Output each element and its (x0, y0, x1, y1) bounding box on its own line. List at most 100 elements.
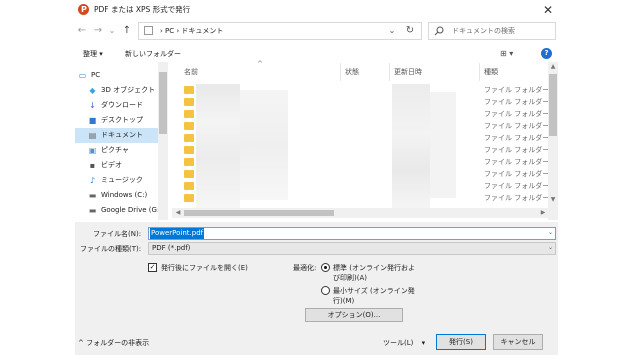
file-type-cell: ファイル フォルダー (484, 134, 550, 142)
desktop-icon: ■ (88, 116, 97, 125)
drive-icon: ▬ (88, 206, 97, 215)
nav-item-label: ドキュメント (101, 131, 143, 139)
filename-label: ファイル名(N): (93, 230, 142, 238)
column-header-status[interactable]: 状態 (345, 66, 359, 78)
filename-field[interactable] (148, 227, 556, 240)
nav-item-label: ダウンロード (101, 101, 143, 109)
scroll-right-arrow-icon[interactable]: ▶ (538, 209, 548, 217)
hide-folders-label: フォルダーの非表示 (86, 339, 150, 347)
help-icon[interactable]: ? (541, 48, 552, 59)
search-placeholder: ドキュメントの検索 (452, 27, 515, 35)
back-arrow-icon[interactable]: ← (76, 24, 88, 38)
filetype-dropdown-chevron-icon[interactable]: ⌄ (548, 244, 553, 251)
tools-label: ツール(L) (383, 339, 414, 347)
folder-icon[interactable] (184, 86, 194, 94)
cube-icon: ◆ (89, 86, 96, 95)
folder-icon[interactable] (184, 194, 194, 202)
filetype-label: ファイルの種類(T): (80, 245, 142, 253)
nav-item-desktop[interactable]: ■ デスクトップ (88, 113, 158, 128)
column-header-name[interactable]: 名前 (184, 66, 198, 78)
file-type-cell: ファイル フォルダー (484, 158, 550, 166)
document-icon: ▤ (88, 131, 97, 140)
scroll-up-arrow-icon[interactable]: ▲ (548, 63, 558, 71)
nav-item-videos[interactable]: ▪ ビデオ (88, 158, 158, 173)
folder-icon[interactable] (184, 146, 194, 154)
nav-item-music[interactable]: ♪ ミュージック (88, 173, 158, 188)
address-dropdown-chevron-icon[interactable]: ⌄ (386, 24, 398, 38)
nav-item-downloads[interactable]: ↓ ダウンロード (88, 98, 158, 113)
publish-button[interactable]: 発行(S) (436, 334, 486, 350)
nav-item-windows-drive[interactable]: ▬ Windows (C:) (88, 188, 158, 203)
breadcrumb[interactable]: › PC › ドキュメント (160, 25, 223, 37)
optimize-minimum-radio[interactable] (321, 286, 330, 295)
new-folder-button[interactable]: 新しいフォルダー (125, 48, 181, 60)
column-separator[interactable] (340, 63, 341, 81)
blurred-filenames (240, 90, 288, 200)
column-header-type[interactable]: 種類 (484, 66, 498, 78)
nav-item-pictures[interactable]: ▣ ピクチャ (88, 143, 158, 158)
nav-item-label: ピクチャ (101, 146, 129, 154)
nav-item-label: ビデオ (101, 161, 122, 169)
optimize-standard-label-line2[interactable]: び印刷)(A) (333, 272, 367, 284)
scroll-left-arrow-icon[interactable]: ◀ (173, 209, 183, 217)
tools-dropdown-caret-icon: ▾ (421, 339, 426, 347)
options-button[interactable]: オプション(O)... (305, 308, 403, 322)
drive-icon: ▬ (88, 191, 97, 200)
refresh-icon[interactable]: ↻ (404, 24, 416, 38)
hide-folders-toggle[interactable]: ^ フォルダーの非表示 (78, 338, 149, 348)
search-icon (434, 26, 444, 36)
cancel-button[interactable]: キャンセル (493, 334, 543, 350)
pictures-icon: ▣ (88, 146, 97, 155)
column-header-modified[interactable]: 更新日時 (394, 66, 422, 78)
computer-icon: ▭ (78, 71, 87, 80)
folder-icon[interactable] (184, 98, 194, 106)
chevron-up-icon: ^ (78, 339, 84, 347)
close-button[interactable]: ✕ (540, 2, 556, 18)
folder-icon[interactable] (184, 110, 194, 118)
folder-icon[interactable] (184, 158, 194, 166)
file-type-cell: ファイル フォルダー (484, 182, 550, 190)
nav-item-documents[interactable]: ▤ ドキュメント (75, 128, 158, 143)
powerpoint-app-icon (78, 4, 89, 15)
column-separator[interactable] (479, 63, 480, 81)
file-list-vertical-scrollbar-thumb[interactable] (549, 74, 557, 136)
music-icon: ♪ (89, 176, 96, 185)
blurred-filenames (196, 84, 240, 208)
organize-menu-button[interactable]: 整理 ▾ (83, 48, 103, 60)
file-type-cell: ファイル フォルダー (484, 98, 550, 106)
file-list-horizontal-scrollbar-thumb[interactable] (184, 210, 334, 216)
optimize-minimum-label-line2[interactable]: 行)(M) (333, 295, 354, 307)
video-icon: ▪ (89, 161, 96, 170)
folder-icon[interactable] (184, 182, 194, 190)
file-type-cell: ファイル フォルダー (484, 110, 550, 118)
file-type-cell: ファイル フォルダー (484, 122, 550, 130)
nav-item-google-drive[interactable]: ▬ Google Drive (G: (88, 203, 158, 218)
up-arrow-icon[interactable]: ↑ (121, 24, 133, 38)
nav-item-label: PC (91, 71, 101, 79)
tools-menu-button[interactable]: ツール(L) ▾ (383, 338, 425, 348)
filename-value[interactable]: PowerPoint.pdf (150, 228, 205, 239)
nav-item-label: 3D オブジェクト (101, 86, 156, 94)
forward-arrow-icon[interactable]: → (92, 24, 104, 38)
nav-item-3d-objects[interactable]: ◆ 3D オブジェクト (88, 83, 158, 98)
view-options-icon[interactable]: ⊞ ▾ (500, 48, 513, 60)
filename-dropdown-chevron-icon[interactable]: ⌄ (548, 229, 553, 236)
folder-icon[interactable] (184, 134, 194, 142)
optimize-label: 最適化: (293, 264, 317, 272)
nav-item-pc[interactable]: ▭ PC (78, 68, 158, 83)
optimize-standard-radio[interactable] (321, 263, 330, 272)
recent-locations-chevron-icon[interactable]: ⌄ (106, 24, 118, 38)
navigation-scrollbar-thumb[interactable] (159, 72, 167, 134)
open-after-publish-checkbox[interactable]: ✓ (148, 263, 157, 272)
folder-icon[interactable] (184, 170, 194, 178)
scroll-down-arrow-icon[interactable]: ▼ (548, 196, 558, 204)
file-type-cell: ファイル フォルダー (484, 146, 550, 154)
column-separator[interactable] (389, 63, 390, 81)
folder-icon[interactable] (184, 122, 194, 130)
file-type-cell: ファイル フォルダー (484, 170, 550, 178)
file-type-cell: ファイル フォルダー (484, 86, 550, 94)
filetype-select[interactable]: PDF (*.pdf) (148, 242, 556, 255)
open-after-publish-label[interactable]: 発行後にファイルを開く(E) (161, 262, 248, 274)
window-title: PDF または XPS 形式で発行 (94, 5, 191, 14)
blurred-dates (430, 92, 456, 198)
